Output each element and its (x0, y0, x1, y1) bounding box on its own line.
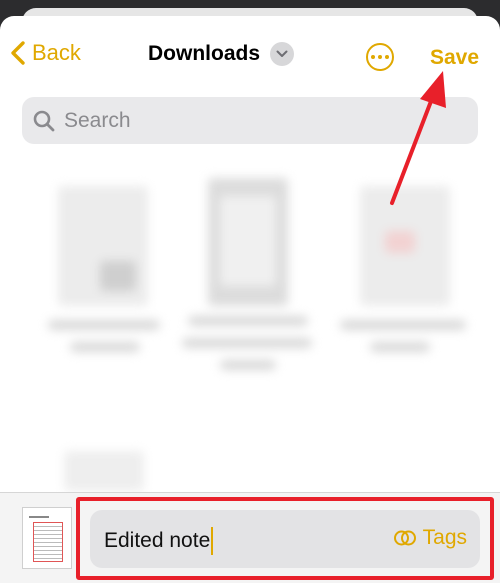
file-grid-blurred (0, 156, 500, 491)
back-label: Back (32, 40, 81, 65)
search-field[interactable]: Search (22, 97, 478, 144)
file-label (188, 316, 308, 326)
chevron-down-icon (270, 42, 295, 66)
more-options-icon[interactable] (366, 43, 394, 71)
file-thumbnail (64, 451, 144, 491)
annotation-highlight-box (76, 497, 494, 580)
search-icon (33, 110, 55, 131)
chevron-left-icon (11, 41, 25, 65)
location-selector[interactable]: Downloads (148, 42, 295, 66)
search-placeholder: Search (64, 108, 131, 132)
file-label (70, 342, 140, 352)
file-thumbnail (100, 261, 136, 291)
back-button[interactable]: Back (10, 40, 81, 66)
file-thumbnail (385, 231, 415, 253)
file-label (182, 338, 312, 348)
nav-bar: Back Downloads Save (0, 16, 500, 96)
file-label (370, 342, 430, 352)
file-label (340, 320, 466, 330)
page-title: Downloads (148, 42, 261, 65)
file-label (48, 320, 160, 330)
file-thumbnail (220, 196, 276, 286)
file-label (220, 360, 276, 370)
document-thumbnail (22, 507, 72, 569)
save-button[interactable]: Save (430, 46, 479, 70)
